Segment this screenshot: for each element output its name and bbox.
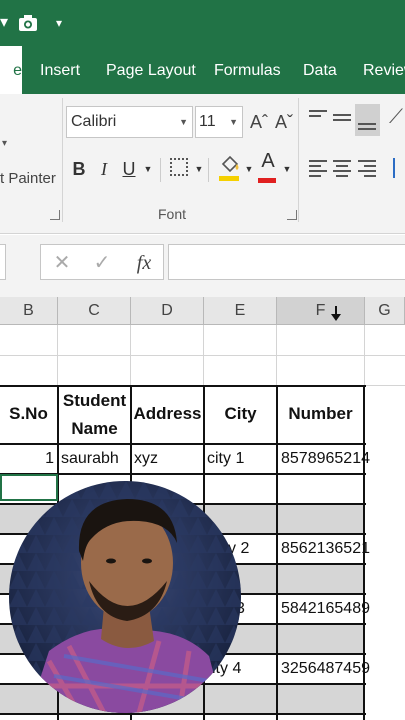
- formula-buttons: ✕ ✓ fx: [40, 244, 164, 280]
- font-color-dropdown-icon[interactable]: ▼: [282, 156, 292, 182]
- fill-color-icon[interactable]: [218, 152, 242, 182]
- tab-review[interactable]: Review: [363, 46, 405, 94]
- font-launcher-icon[interactable]: [287, 210, 297, 220]
- font-name-select[interactable]: Calibri ▼: [66, 106, 193, 138]
- align-bottom-icon[interactable]: [358, 118, 376, 133]
- quick-access-caret[interactable]: ▾: [0, 11, 10, 35]
- formula-bar: ✕ ✓ fx: [0, 235, 405, 297]
- cell-city[interactable]: city 1: [207, 445, 244, 473]
- bold-button[interactable]: B: [70, 156, 88, 182]
- cell-number[interactable]: 3256487459: [281, 655, 370, 683]
- name-box[interactable]: [0, 244, 6, 280]
- column-header-d[interactable]: D: [131, 297, 204, 325]
- format-painter-button[interactable]: t Painter: [0, 170, 56, 187]
- font-group-label: Font: [158, 206, 187, 222]
- font-color-swatch: [258, 178, 276, 183]
- align-center-icon[interactable]: [333, 160, 351, 180]
- column-header-c[interactable]: C: [58, 297, 131, 325]
- cell-number[interactable]: 8578965214: [281, 445, 370, 473]
- enter-icon[interactable]: ✓: [87, 245, 117, 281]
- header-number: Number: [288, 404, 353, 423]
- group-separator: [62, 98, 63, 222]
- column-select-cursor-icon: [331, 306, 341, 321]
- tab-formulas[interactable]: Formulas: [214, 46, 281, 94]
- tab-data[interactable]: Data: [303, 46, 337, 94]
- title-bar: ▾ ▾: [0, 0, 405, 46]
- indent-icon[interactable]: [393, 158, 405, 178]
- borders-icon[interactable]: [170, 158, 188, 176]
- orientation-icon[interactable]: ⟋: [389, 106, 403, 129]
- underline-button[interactable]: U: [121, 156, 137, 182]
- clipboard-launcher-icon[interactable]: [50, 210, 60, 220]
- column-header-g[interactable]: G: [365, 297, 405, 325]
- grow-font-button[interactable]: Aˆ: [250, 112, 268, 133]
- header-city: City: [224, 404, 257, 423]
- chevron-down-icon: ▼: [179, 117, 188, 127]
- camera-icon[interactable]: [18, 11, 40, 35]
- underline-dropdown-icon[interactable]: ▼: [143, 156, 153, 182]
- group-separator: [298, 98, 299, 222]
- active-cell-cursor[interactable]: [0, 474, 58, 501]
- font-name-value: Calibri: [71, 113, 117, 130]
- shrink-font-button[interactable]: Aˇ: [275, 112, 293, 133]
- header-student-name-line2: Name: [71, 419, 118, 438]
- font-size-value: 11: [199, 113, 216, 130]
- tab-page-layout[interactable]: Page Layout: [106, 46, 196, 94]
- column-header-f[interactable]: F: [277, 297, 365, 325]
- divider: [160, 158, 161, 182]
- cell-address[interactable]: xyz: [134, 445, 158, 473]
- formula-input[interactable]: [168, 244, 405, 280]
- ribbon-tabs: e Insert Page Layout Formulas Data Revie…: [0, 46, 405, 94]
- cancel-icon[interactable]: ✕: [47, 245, 77, 281]
- column-header-b[interactable]: B: [0, 297, 58, 325]
- cell-name[interactable]: saurabh: [61, 445, 119, 473]
- align-right-icon[interactable]: [358, 160, 376, 180]
- align-left-icon[interactable]: [309, 160, 327, 180]
- header-address: Address: [133, 404, 202, 423]
- chevron-down-icon: ▼: [229, 117, 238, 127]
- align-top-icon[interactable]: [309, 110, 327, 125]
- paste-caret-icon[interactable]: ▾: [2, 138, 7, 149]
- insert-function-icon[interactable]: fx: [129, 245, 159, 281]
- header-sno: S.No: [9, 404, 48, 423]
- align-middle-icon[interactable]: [333, 114, 351, 124]
- italic-button[interactable]: I: [97, 156, 111, 182]
- divider: [208, 158, 209, 182]
- header-student-name-line1: Student: [62, 391, 127, 410]
- cell-number[interactable]: 5842165489: [281, 595, 370, 623]
- ribbon: ▾ t Painter Calibri ▼ 11 ▼ Aˆ Aˇ B I U ▼…: [0, 94, 405, 234]
- customize-quick-access-icon[interactable]: ▾: [56, 11, 68, 35]
- column-header-e[interactable]: E: [204, 297, 277, 325]
- tab-insert[interactable]: Insert: [40, 46, 80, 94]
- borders-dropdown-icon[interactable]: ▼: [194, 156, 204, 182]
- tab-home[interactable]: e: [0, 46, 22, 94]
- cell-number[interactable]: 8562136521: [281, 535, 370, 563]
- font-size-select[interactable]: 11 ▼: [195, 106, 243, 138]
- webcam-overlay: [9, 481, 241, 713]
- font-color-button[interactable]: A: [258, 150, 278, 180]
- fill-color-dropdown-icon[interactable]: ▼: [244, 156, 254, 182]
- cell-sno[interactable]: 1: [0, 445, 54, 473]
